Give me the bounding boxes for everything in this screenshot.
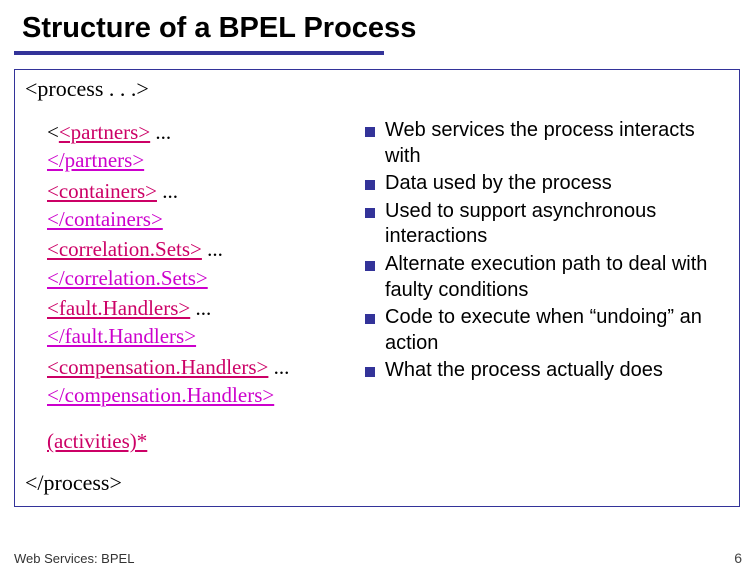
bullet-text: Code to execute when “undoing” an action xyxy=(385,305,729,356)
xml-element: <<partners> ... </partners> xyxy=(47,118,355,175)
process-close-tag: </process> xyxy=(25,470,729,496)
xml-element: <containers> ... </containers> xyxy=(47,177,355,234)
bullet-text: Web services the process interacts with xyxy=(385,118,729,169)
content-box: <process . . .> <<partners> ... </partne… xyxy=(14,69,740,507)
square-bullet-icon xyxy=(365,208,375,218)
square-bullet-icon xyxy=(365,314,375,324)
slide-title: Structure of a BPEL Process xyxy=(0,0,756,51)
square-bullet-icon xyxy=(365,180,375,190)
bullet-text: Used to support asynchronous interaction… xyxy=(385,199,729,250)
square-bullet-icon xyxy=(365,367,375,377)
bullet-text: Alternate execution path to deal with fa… xyxy=(385,252,729,303)
xml-element: <compensation.Handlers> ... </compensati… xyxy=(47,353,355,410)
xml-column: <<partners> ... </partners> <containers>… xyxy=(25,118,355,456)
bullets-column: Web services the process interacts with … xyxy=(365,118,729,456)
process-open-tag: <process . . .> xyxy=(25,76,729,102)
bullet-item: Data used by the process xyxy=(365,171,729,197)
activities-label: (activities)* xyxy=(47,427,147,455)
page-number: 6 xyxy=(734,550,742,566)
title-underline xyxy=(14,51,384,55)
bullet-item: Web services the process interacts with xyxy=(365,118,729,169)
bullet-item: Used to support asynchronous interaction… xyxy=(365,199,729,250)
square-bullet-icon xyxy=(365,127,375,137)
bullet-text: What the process actually does xyxy=(385,358,729,384)
xml-element: <correlation.Sets> ... </correlation.Set… xyxy=(47,235,355,292)
xml-element: <fault.Handlers> ... </fault.Handlers> xyxy=(47,294,355,351)
bullet-item: Code to execute when “undoing” an action xyxy=(365,305,729,356)
square-bullet-icon xyxy=(365,261,375,271)
two-columns: <<partners> ... </partners> <containers>… xyxy=(25,118,729,456)
footer-text: Web Services: BPEL xyxy=(14,551,134,566)
bullet-item: Alternate execution path to deal with fa… xyxy=(365,252,729,303)
bullet-item: What the process actually does xyxy=(365,358,729,384)
bullet-text: Data used by the process xyxy=(385,171,729,197)
